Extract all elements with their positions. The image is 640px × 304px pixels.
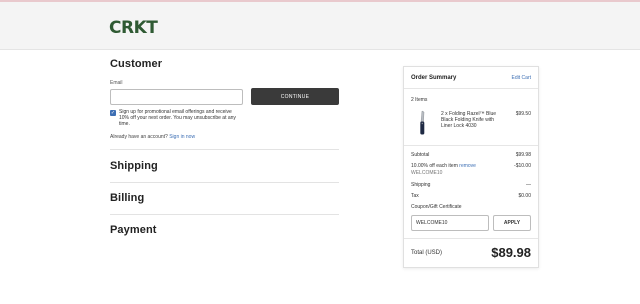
shipping-heading[interactable]: Shipping	[110, 160, 158, 172]
apply-coupon-button[interactable]: APPLY	[493, 215, 531, 231]
summary-divider	[404, 88, 538, 89]
discount-code: WELCOME10	[411, 170, 443, 176]
section-divider	[110, 149, 339, 150]
promo-consent-text: Sign up for promotional email offerings …	[119, 109, 236, 127]
billing-heading[interactable]: Billing	[110, 192, 144, 204]
subtotal-row: Subtotal $99.98	[411, 152, 531, 158]
sign-in-prompt: Already have an account? Sign in now	[110, 134, 195, 140]
tax-label: Tax	[411, 193, 419, 199]
knife-product-image	[420, 110, 425, 135]
product-name: 2 x Folding Razel™ Blue Black Folding Kn…	[441, 111, 497, 129]
payment-heading[interactable]: Payment	[110, 224, 157, 236]
subtotal-value: $99.98	[515, 152, 531, 158]
discount-row: 10.00% off each item remove -$10.00	[411, 163, 531, 169]
email-field[interactable]	[110, 89, 243, 105]
already-account-text: Already have an account?	[110, 134, 168, 140]
order-summary-title: Order Summary	[411, 75, 457, 81]
shipping-value: —	[526, 182, 531, 188]
coupon-input[interactable]	[411, 215, 489, 231]
tax-value: $0.00	[518, 193, 531, 199]
promo-checkbox[interactable]: ✓	[110, 110, 116, 116]
crkt-logo[interactable]: CRKT	[109, 18, 158, 38]
items-count: 2 Items	[411, 97, 428, 103]
summary-divider	[404, 238, 538, 239]
continue-button[interactable]: CONTINUE	[251, 88, 339, 105]
discount-label: 10.00% off each item	[411, 163, 458, 169]
remove-discount-link[interactable]: remove	[459, 163, 476, 169]
edit-cart-link[interactable]: Edit Cart	[512, 75, 531, 81]
shipping-row: Shipping —	[411, 182, 531, 188]
customer-heading: Customer	[110, 58, 163, 70]
email-label: Email	[110, 80, 123, 86]
tax-row: Tax $0.00	[411, 193, 531, 199]
shipping-label: Shipping	[411, 182, 431, 188]
customer-section: Customer Email CONTINUE ✓ Sign up for pr…	[110, 58, 339, 148]
product-price: $99.50	[515, 111, 531, 117]
section-divider	[110, 214, 339, 215]
subtotal-label: Subtotal	[411, 152, 430, 158]
coupon-link[interactable]: Coupon/Gift Certificate	[411, 204, 531, 210]
section-divider	[110, 182, 339, 183]
summary-divider	[404, 145, 538, 146]
order-summary-panel: Order Summary Edit Cart 2 Items 2 x Fold…	[403, 66, 539, 268]
discount-value: -$10.00	[514, 163, 531, 169]
total-value: $89.98	[491, 245, 531, 260]
site-header: CRKT	[0, 2, 640, 50]
sign-in-link[interactable]: Sign in now	[169, 134, 195, 140]
total-label: Total (USD)	[411, 250, 443, 256]
